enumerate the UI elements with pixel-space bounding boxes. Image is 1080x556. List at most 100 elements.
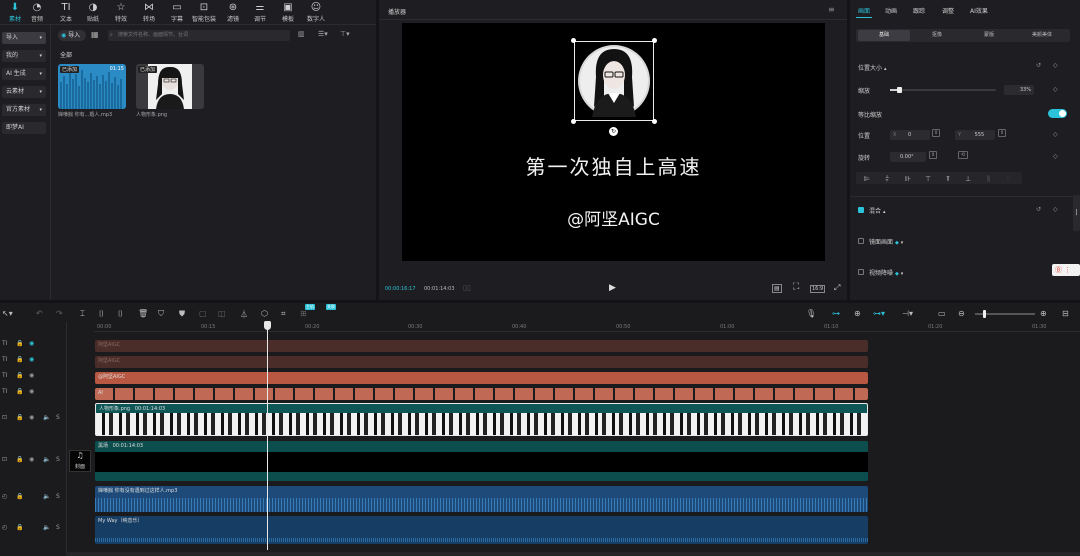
sidebar-item-official[interactable]: 官方素材 ▾ [2,104,46,116]
keyframe-icon[interactable]: ◇ [1053,62,1058,69]
toolbar-item-transition[interactable]: ⋈ 转场 [134,2,164,23]
marker-icon[interactable]: ⛉ [158,309,164,319]
tab-animation[interactable]: 动画 [885,6,897,15]
subtab-cutout[interactable]: 抠像 [912,30,962,41]
resize-handle[interactable] [652,38,657,43]
keyframe-icon[interactable]: ◇ [1053,206,1058,213]
lock-icon[interactable]: 🔒 [16,340,23,347]
lock-icon[interactable]: 🔒 [16,524,23,531]
import-button[interactable]: ◉ 导入 [58,30,86,41]
background-fill-label[interactable]: 镜面画面 ◆ ▾ [869,237,903,246]
background-fill-checkbox[interactable] [858,238,864,244]
visibility-icon[interactable]: ◉ [29,356,34,363]
fullscreen-icon[interactable]: ⤢ [834,283,840,293]
ai-icon[interactable]: ⊞ [300,309,307,318]
toolbar-item-text[interactable]: TI 文本 [51,2,81,23]
keyframe-icon[interactable]: ◇ [1053,131,1058,138]
solo-icon[interactable]: S [56,493,60,500]
lock-icon[interactable]: 🔒 [16,493,23,500]
panel-collapse-handle[interactable]: | [1073,195,1080,231]
align-top-icon[interactable]: ⊤ [925,175,931,183]
preview-axis-icon[interactable]: ⊣▾ [902,309,913,318]
sidebar-item-jimeng[interactable]: 即梦AI [2,122,46,134]
cover-thumbnail[interactable]: ♫ 封面 [69,450,91,472]
toolbar-item-subtitle[interactable]: ▭ 字幕 [162,2,192,23]
reverse-icon[interactable]: ◫ [218,309,226,318]
solo-icon[interactable]: S [56,414,60,421]
scale-slider-knob[interactable] [897,87,902,93]
tab-picture[interactable]: 画面 [858,6,870,15]
undo-icon[interactable]: ↶ [36,309,43,318]
magnet-icon[interactable]: ⊕ [854,309,861,318]
blend-label[interactable]: 混合 ▴ [869,206,885,215]
mute-icon[interactable]: 🔈 [43,493,50,500]
distribute-v-icon[interactable]: ⫶ [1007,175,1009,184]
search-input[interactable]: ⌕ 搜索文件名称、画面情节、台词 [108,30,290,41]
delete-icon[interactable]: 🗑 [138,309,148,318]
rotate-icon[interactable]: ⬡ [261,309,268,318]
lock-icon[interactable]: 🔒 [16,388,23,395]
audio-clip[interactable]: My Way（纯音乐） [95,516,868,544]
toolbar-item-digital-human[interactable]: ☺ 数字人 [301,2,331,23]
blend-checkbox[interactable] [858,207,864,213]
tab-adjust[interactable]: 调整 [942,6,954,15]
stepper-icon[interactable]: ⇕ [929,151,938,159]
link-toggle-icon[interactable]: ⊶ [832,309,840,318]
timecode-toggle-icon[interactable]: ▯▯ [463,284,471,292]
toolbar-item-filter[interactable]: ⊛ 滤镜 [218,2,248,23]
quality-icon[interactable]: ▤ [772,284,782,293]
media-item-audio[interactable]: 已添加 01:15 [58,64,126,109]
visibility-icon[interactable]: ◉ [29,388,34,395]
playhead-handle[interactable] [264,321,271,330]
keyframe-icon[interactable]: ◇ [1053,86,1058,93]
solo-icon[interactable]: S [56,456,60,463]
main-track-badge[interactable]: 主轨 [305,304,315,310]
subtab-mask[interactable]: 蒙版 [964,30,1014,41]
audio-clip[interactable]: 婵嗛搧 你有没有遇到过这样人.mp3 [95,486,868,512]
zoom-out-icon[interactable]: ⊖ [958,309,965,318]
resize-handle[interactable] [571,38,576,43]
shield-icon[interactable]: ⛊ [179,309,185,319]
toolbar-item-template[interactable]: ▣ 模板 [273,2,303,23]
filter-dropdown-icon[interactable]: ⊤▾ [340,30,350,38]
background-clip[interactable]: 黑场 00:01:14:03 [95,441,868,481]
sidebar-item-ai-generate[interactable]: AI 生成 ▾ [2,68,46,80]
text-clip-main[interactable]: @阿坚AIGC [95,372,868,384]
scale-input[interactable]: 33% [1004,85,1034,95]
mute-icon[interactable]: 🔈 [43,414,50,421]
lock-icon[interactable]: 🔒 [16,414,23,421]
video-denoise-label[interactable]: 视频降噪 ◆ ▾ [869,268,903,277]
toolbar-item-audio[interactable]: ◔ 音频 [22,2,52,23]
mirror-icon[interactable]: ⏃ [240,309,248,320]
scale-slider[interactable] [890,87,996,93]
playhead[interactable] [267,322,268,550]
view-mode-icon[interactable]: ▥ [298,30,305,38]
visibility-icon[interactable]: ◉ [29,414,34,421]
tab-ai-effects[interactable]: AI效果 [970,6,988,15]
toolbar-item-effects[interactable]: ☆ 特效 [106,2,136,23]
keyframe-icon[interactable]: ◇ [1053,153,1058,160]
solo-icon[interactable]: S [56,524,60,531]
rotate-input[interactable]: 0.00° [890,152,926,162]
stepper-icon[interactable]: ⇕ [998,129,1007,137]
portrait-image[interactable] [571,38,657,124]
tts-clip-row[interactable]: AI [95,388,868,400]
caption-text[interactable]: 第一次独自上高速 [402,151,825,180]
sidebar-item-import[interactable]: 导入 ▾ [2,32,46,44]
reset-icon[interactable]: ↺ [1036,62,1041,69]
ratio-button[interactable]: 16:9 [810,285,826,293]
snap-icon[interactable]: ⊶▾ [873,309,885,318]
mute-icon[interactable]: 🔈 [43,456,50,463]
mute-icon[interactable]: 🔈 [43,524,50,531]
video-clip[interactable]: 人物形象.png 00:01:14:03 [95,403,868,436]
uniform-scale-toggle[interactable] [1048,109,1067,118]
align-left-icon[interactable]: ⊫ [864,175,870,183]
toolbar-item-sticker[interactable]: ◑ 贴纸 [78,2,108,23]
mic-icon[interactable]: 🎙 [806,309,816,318]
toolbar-item-smart-package[interactable]: ⊡ 智能包装 [189,2,219,23]
visibility-icon[interactable]: ◉ [29,456,34,463]
align-bottom-icon[interactable]: ⊥ [965,175,971,183]
split-right-icon[interactable]: ⌷ [118,309,123,319]
sidebar-item-mine[interactable]: 我的 ▾ [2,50,46,62]
sort-icon[interactable]: ☰▾ [318,30,328,38]
